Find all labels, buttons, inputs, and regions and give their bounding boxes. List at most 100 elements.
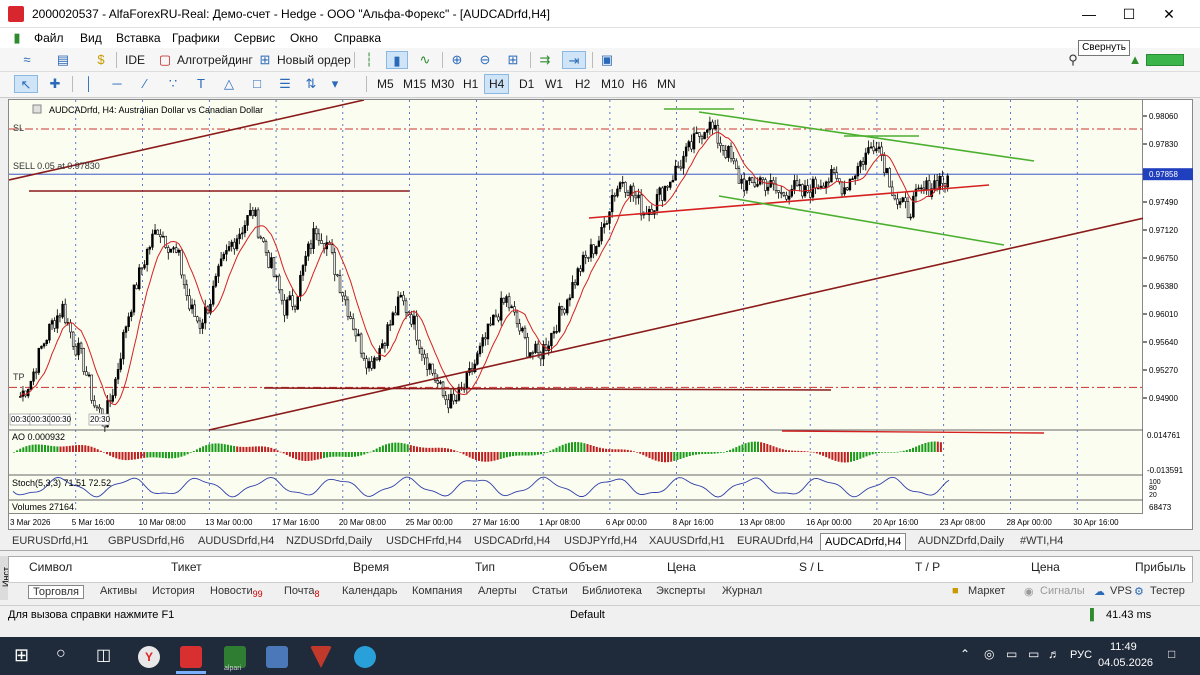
col-tp[interactable]: T / P bbox=[915, 560, 940, 574]
market-icon[interactable]: $ bbox=[92, 51, 110, 69]
symbol-tab[interactable]: USDCHFrfd,H4 bbox=[382, 533, 466, 550]
screenshot-icon[interactable]: ▣ bbox=[598, 51, 616, 69]
arrows-icon[interactable]: ⇅ bbox=[302, 75, 320, 93]
tf-h1[interactable]: H1 bbox=[458, 74, 483, 94]
bar-chart-icon[interactable]: ┆ bbox=[360, 51, 378, 69]
tf-h6[interactable]: H6 bbox=[627, 74, 652, 94]
app-icon-3[interactable] bbox=[310, 646, 332, 668]
task-view-icon[interactable]: ◫ bbox=[96, 645, 111, 665]
shapes-icon[interactable]: □ bbox=[248, 75, 266, 93]
cursor-icon[interactable]: ↖ bbox=[14, 75, 38, 93]
symbol-tab[interactable]: EURAUDrfd,H4 bbox=[733, 533, 817, 550]
start-icon[interactable]: ⊞ bbox=[14, 645, 29, 666]
col-symbol[interactable]: Символ bbox=[29, 560, 72, 574]
market-link[interactable]: Маркет bbox=[968, 585, 1005, 597]
chart-canvas[interactable]: AUDCADrfd, H4: Australian Dollar vs Cana… bbox=[8, 99, 1145, 515]
templates-icon[interactable]: ▤ bbox=[54, 51, 72, 69]
tf-h2[interactable]: H2 bbox=[570, 74, 595, 94]
zoom-in-icon[interactable]: ⊕ bbox=[448, 51, 466, 69]
crosshair-icon[interactable]: ✚ bbox=[46, 75, 64, 93]
label-icon[interactable]: △ bbox=[220, 75, 238, 93]
col-sl[interactable]: S / L bbox=[799, 560, 824, 574]
algotrading-button[interactable]: Алготрейдинг bbox=[172, 50, 258, 70]
symbol-tab[interactable]: USDJPYrfd,H4 bbox=[560, 533, 641, 550]
menu-insert[interactable]: Вставка bbox=[116, 31, 161, 45]
zoom-out-icon[interactable]: ⊖ bbox=[476, 51, 494, 69]
chart-type-icon[interactable]: ≈ bbox=[18, 51, 36, 69]
tab-library[interactable]: Библиотека bbox=[582, 585, 642, 597]
tf-m30[interactable]: M30 bbox=[426, 74, 459, 94]
line-chart-icon[interactable]: ∿ bbox=[416, 51, 434, 69]
col-profit[interactable]: Прибыль bbox=[1135, 560, 1186, 574]
tf-w1[interactable]: W1 bbox=[540, 74, 568, 94]
menu-charts[interactable]: Графики bbox=[172, 31, 220, 45]
signals-link[interactable]: Сигналы bbox=[1040, 585, 1085, 597]
notifications-icon[interactable]: □ bbox=[1168, 647, 1175, 661]
tab-trade[interactable]: Торговля bbox=[28, 585, 84, 599]
ide-button[interactable]: IDE bbox=[120, 50, 150, 70]
col-ticket[interactable]: Тикет bbox=[171, 560, 202, 574]
symbol-tab[interactable]: GBPUSDrfd,H6 bbox=[104, 533, 188, 550]
mt5-taskbar-icon[interactable] bbox=[180, 646, 202, 668]
menu-help[interactable]: Справка bbox=[334, 31, 381, 45]
tab-calendar[interactable]: Календарь bbox=[342, 585, 398, 597]
tester-link[interactable]: Тестер bbox=[1150, 585, 1185, 597]
tab-articles[interactable]: Статьи bbox=[532, 585, 568, 597]
app-menu-icon[interactable]: ▮ bbox=[8, 29, 26, 47]
tab-news[interactable]: Новости99 bbox=[210, 585, 263, 599]
menu-window[interactable]: Окно bbox=[290, 31, 318, 45]
autoscroll-icon[interactable]: ⇉ bbox=[536, 51, 554, 69]
tab-assets[interactable]: Активы bbox=[100, 585, 137, 597]
yandex-browser-icon[interactable]: Y bbox=[138, 646, 160, 668]
text-icon[interactable]: T bbox=[192, 75, 210, 93]
language-indicator[interactable]: РУС bbox=[1070, 649, 1092, 661]
new-order-button[interactable]: Новый ордер bbox=[272, 50, 356, 70]
symbol-tab-active[interactable]: AUDCADrfd,H4 bbox=[820, 533, 907, 550]
menu-file[interactable]: Файл bbox=[34, 31, 64, 45]
col-type[interactable]: Тип bbox=[475, 560, 495, 574]
horizontal-line-icon[interactable]: ─ bbox=[108, 75, 126, 93]
vps-link[interactable]: VPS bbox=[1110, 585, 1132, 597]
symbol-tab[interactable]: EURUSDrfd,H1 bbox=[8, 533, 92, 550]
app-icon-2[interactable] bbox=[266, 646, 288, 668]
vertical-line-icon[interactable]: │ bbox=[80, 75, 98, 93]
tf-h4[interactable]: H4 bbox=[484, 74, 510, 94]
tab-mail[interactable]: Почта8 bbox=[284, 585, 320, 599]
menu-view[interactable]: Вид bbox=[80, 31, 102, 45]
symbol-tab[interactable]: #WTI,H4 bbox=[1016, 533, 1067, 550]
grid-icon[interactable]: ⊞ bbox=[504, 51, 522, 69]
symbol-tab[interactable]: NZDUSDrfd,Daily bbox=[282, 533, 376, 550]
telegram-icon[interactable] bbox=[354, 646, 376, 668]
tab-company[interactable]: Компания bbox=[412, 585, 462, 597]
tab-alerts[interactable]: Алерты bbox=[478, 585, 517, 597]
col-price[interactable]: Цена bbox=[667, 560, 696, 574]
tab-journal[interactable]: Журнал bbox=[722, 585, 762, 597]
tf-d1[interactable]: D1 bbox=[514, 74, 539, 94]
col-volume[interactable]: Объем bbox=[569, 560, 607, 574]
clock-time[interactable]: 11:49 bbox=[1110, 641, 1137, 653]
fibonacci-icon[interactable]: ☰ bbox=[276, 75, 294, 93]
trendline-icon[interactable]: ∕ bbox=[136, 75, 154, 93]
objects-list-icon[interactable]: ▾ bbox=[326, 75, 344, 93]
price-chart[interactable]: AUDCADrfd, H4: Australian Dollar vs Cana… bbox=[8, 99, 1145, 515]
symbol-tab[interactable]: AUDUSDrfd,H4 bbox=[194, 533, 278, 550]
symbol-tab[interactable]: AUDNZDrfd,Daily bbox=[914, 533, 1008, 550]
channel-icon[interactable]: ∵ bbox=[164, 75, 182, 93]
tf-m5[interactable]: M5 bbox=[372, 74, 399, 94]
symbol-tab[interactable]: USDCADrfd,H4 bbox=[470, 533, 554, 550]
tab-history[interactable]: История bbox=[152, 585, 195, 597]
tab-experts[interactable]: Эксперты bbox=[656, 585, 705, 597]
tray-chevron-icon[interactable]: ⌃ bbox=[960, 647, 970, 661]
symbol-tab[interactable]: XAUUSDrfd,H1 bbox=[645, 533, 729, 550]
candles-icon[interactable]: ▮ bbox=[386, 51, 408, 69]
tf-m10[interactable]: M10 bbox=[596, 74, 629, 94]
clock-date[interactable]: 04.05.2026 bbox=[1098, 657, 1153, 669]
tf-mn[interactable]: MN bbox=[652, 74, 681, 94]
col-current-price[interactable]: Цена bbox=[1031, 560, 1060, 574]
menu-tools[interactable]: Сервис bbox=[234, 31, 275, 45]
close-button[interactable]: ✕ bbox=[1146, 0, 1192, 28]
candle-body bbox=[721, 145, 725, 151]
search-taskbar-icon[interactable]: ○ bbox=[56, 645, 66, 663]
chart-shift-icon[interactable]: ⇥ bbox=[562, 51, 586, 69]
col-time[interactable]: Время bbox=[353, 560, 389, 574]
